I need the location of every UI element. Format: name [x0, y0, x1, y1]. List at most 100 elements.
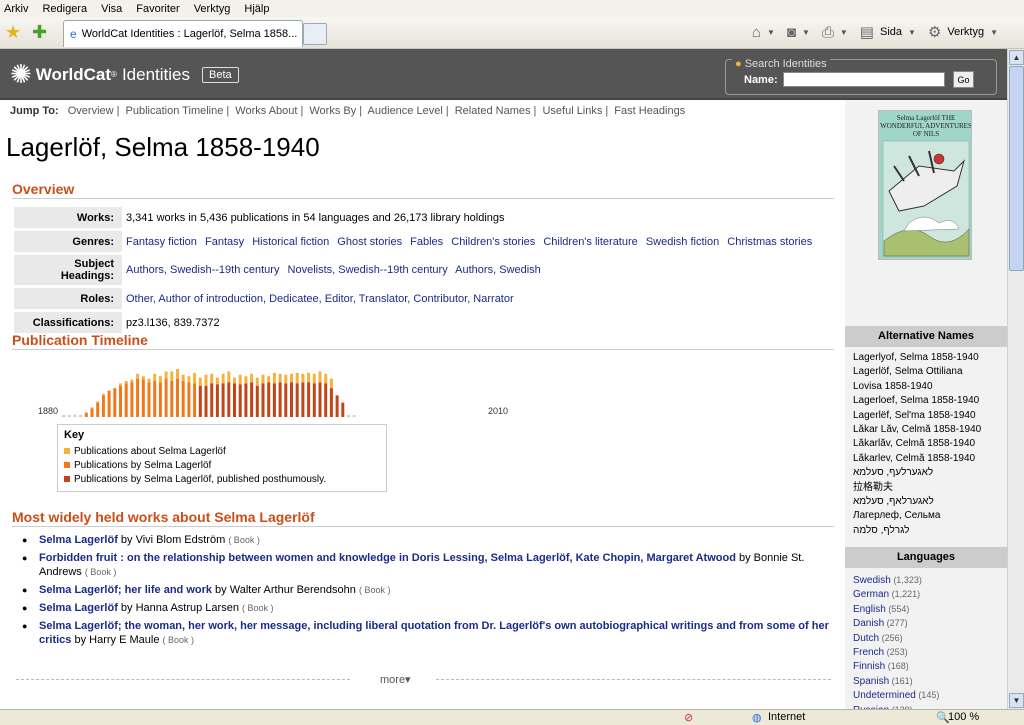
timeline-bar-g[interactable] [67, 415, 71, 417]
timeline-bar-about[interactable] [90, 407, 94, 409]
timeline-bar-g[interactable] [352, 415, 356, 417]
timeline-bar-about[interactable] [272, 372, 276, 384]
timeline-bar-by[interactable] [164, 378, 168, 417]
timeline-bar-about[interactable] [278, 373, 282, 383]
timeline-bar-by[interactable] [153, 381, 157, 417]
timeline-bar-post[interactable] [261, 383, 265, 417]
timeline-bar-post[interactable] [312, 383, 316, 417]
timeline-bar-by[interactable] [193, 383, 197, 417]
timeline-bar-about[interactable] [164, 371, 168, 379]
timeline-bar-about[interactable] [238, 374, 242, 385]
name-search-input[interactable] [783, 72, 945, 87]
jump-useful-links[interactable]: Useful Links [542, 105, 602, 117]
zoom-level[interactable]: 100 % [948, 711, 979, 723]
timeline-bar-post[interactable] [244, 383, 248, 417]
timeline-bar-about[interactable] [324, 373, 328, 384]
timeline-bar-by[interactable] [84, 413, 88, 417]
menu-verktyg[interactable]: Verktyg [194, 3, 231, 15]
menu-favoriter[interactable]: Favoriter [136, 3, 179, 15]
timeline-bar-about[interactable] [170, 371, 174, 381]
timeline-bar-about[interactable] [130, 379, 134, 383]
timeline-bar-about[interactable] [158, 376, 162, 383]
genre-link-5[interactable]: Children's stories [451, 236, 535, 248]
timeline-bar-about[interactable] [198, 377, 202, 386]
timeline-bar-about[interactable] [176, 369, 179, 379]
jump-publication-timeline[interactable]: Publication Timeline [126, 105, 224, 117]
timeline-bar-by[interactable] [176, 378, 179, 417]
popup-blocked-icon[interactable]: ⊘ [684, 711, 693, 724]
rss-dropdown-icon[interactable]: ▼ [802, 28, 810, 37]
home-dropdown-icon[interactable]: ▼ [767, 28, 775, 37]
timeline-bar-by[interactable] [90, 408, 94, 417]
add-favorite-icon[interactable]: ✚ [32, 22, 47, 43]
timeline-bar-by[interactable] [101, 395, 105, 417]
go-button[interactable]: Go [953, 71, 974, 88]
tools-dropdown-icon[interactable]: ▼ [990, 28, 998, 37]
timeline-bar-about[interactable] [290, 373, 293, 383]
timeline-bar-by[interactable] [124, 383, 128, 417]
worldcat-logo[interactable]: ✺ WorldCat ® Identities Beta [10, 59, 239, 90]
timeline-bar-post[interactable] [238, 384, 242, 417]
genre-link-1[interactable]: Fantasy [205, 236, 244, 248]
work-title-link[interactable]: Forbidden fruit : on the relationship be… [39, 552, 736, 564]
language-link[interactable]: English [853, 604, 886, 615]
timeline-bar-by[interactable] [141, 379, 145, 417]
timeline-bar-post[interactable] [233, 383, 236, 417]
language-link[interactable]: Dutch [853, 633, 879, 644]
timeline-bar-about[interactable] [96, 401, 100, 403]
timeline-bar-post[interactable] [284, 383, 288, 417]
timeline-bar-about[interactable] [193, 372, 197, 384]
jump-related-names[interactable]: Related Names [455, 105, 531, 117]
jump-audience-level[interactable]: Audience Level [368, 105, 443, 117]
timeline-bar-about[interactable] [210, 373, 214, 384]
vertical-scrollbar[interactable]: ▲ ▼ [1007, 49, 1024, 709]
menu-redigera[interactable]: Redigera [42, 3, 87, 15]
timeline-bar-about[interactable] [261, 374, 265, 384]
timeline-bar-post[interactable] [210, 383, 214, 417]
timeline-bar-post[interactable] [335, 395, 339, 417]
timeline-bar-post[interactable] [329, 388, 333, 417]
timeline-bar-about[interactable] [136, 373, 140, 379]
jump-overview[interactable]: Overview [68, 105, 114, 117]
timeline-bar-by[interactable] [147, 382, 151, 417]
timeline-bar-about[interactable] [267, 376, 271, 383]
timeline-bar-post[interactable] [221, 383, 225, 417]
timeline-bar-about[interactable] [215, 377, 219, 385]
timeline-bar-about[interactable] [284, 374, 288, 384]
timeline-bar-g[interactable] [79, 415, 83, 417]
timeline-bar-by[interactable] [158, 382, 162, 417]
timeline-bar-by[interactable] [187, 382, 191, 417]
timeline-bar-post[interactable] [272, 383, 276, 417]
timeline-bar-about[interactable] [312, 373, 316, 384]
timeline-bar-g[interactable] [347, 415, 350, 417]
subject-link-2[interactable]: Authors, Swedish [455, 264, 541, 276]
timeline-bar-by[interactable] [130, 382, 134, 417]
timeline-bar-about[interactable] [233, 377, 236, 384]
language-link[interactable]: Spanish [853, 676, 889, 687]
jump-fast-headings[interactable]: Fast Headings [614, 105, 685, 117]
subject-link-0[interactable]: Authors, Swedish--19th century [126, 264, 279, 276]
timeline-bar-by[interactable] [136, 378, 140, 417]
menu-visa[interactable]: Visa [101, 3, 122, 15]
more-link[interactable]: more▾ [380, 673, 411, 686]
timeline-bar-by[interactable] [113, 388, 117, 417]
timeline-bar-post[interactable] [301, 382, 305, 417]
language-link[interactable]: Swedish [853, 575, 891, 586]
jump-works-by[interactable]: Works By [309, 105, 356, 117]
genre-link-2[interactable]: Historical fiction [252, 236, 329, 248]
timeline-bar-about[interactable] [141, 376, 145, 380]
scroll-down-arrow-icon[interactable]: ▼ [1009, 693, 1024, 708]
security-zone[interactable]: Internet [768, 711, 805, 723]
language-link[interactable]: French [853, 647, 884, 658]
language-link[interactable]: Danish [853, 618, 884, 629]
page-menu[interactable]: Sida [880, 26, 902, 38]
timeline-bar-by[interactable] [181, 381, 185, 417]
print-icon[interactable]: ⎙ [822, 24, 834, 41]
scroll-up-arrow-icon[interactable]: ▲ [1009, 50, 1024, 65]
work-title-link[interactable]: Selma Lagerlöf [39, 534, 118, 546]
timeline-bar-about[interactable] [318, 371, 322, 383]
timeline-bar-about[interactable] [244, 376, 248, 384]
timeline-bar-about[interactable] [84, 412, 88, 414]
genre-link-4[interactable]: Fables [410, 236, 443, 248]
timeline-bar-post[interactable] [290, 382, 293, 417]
